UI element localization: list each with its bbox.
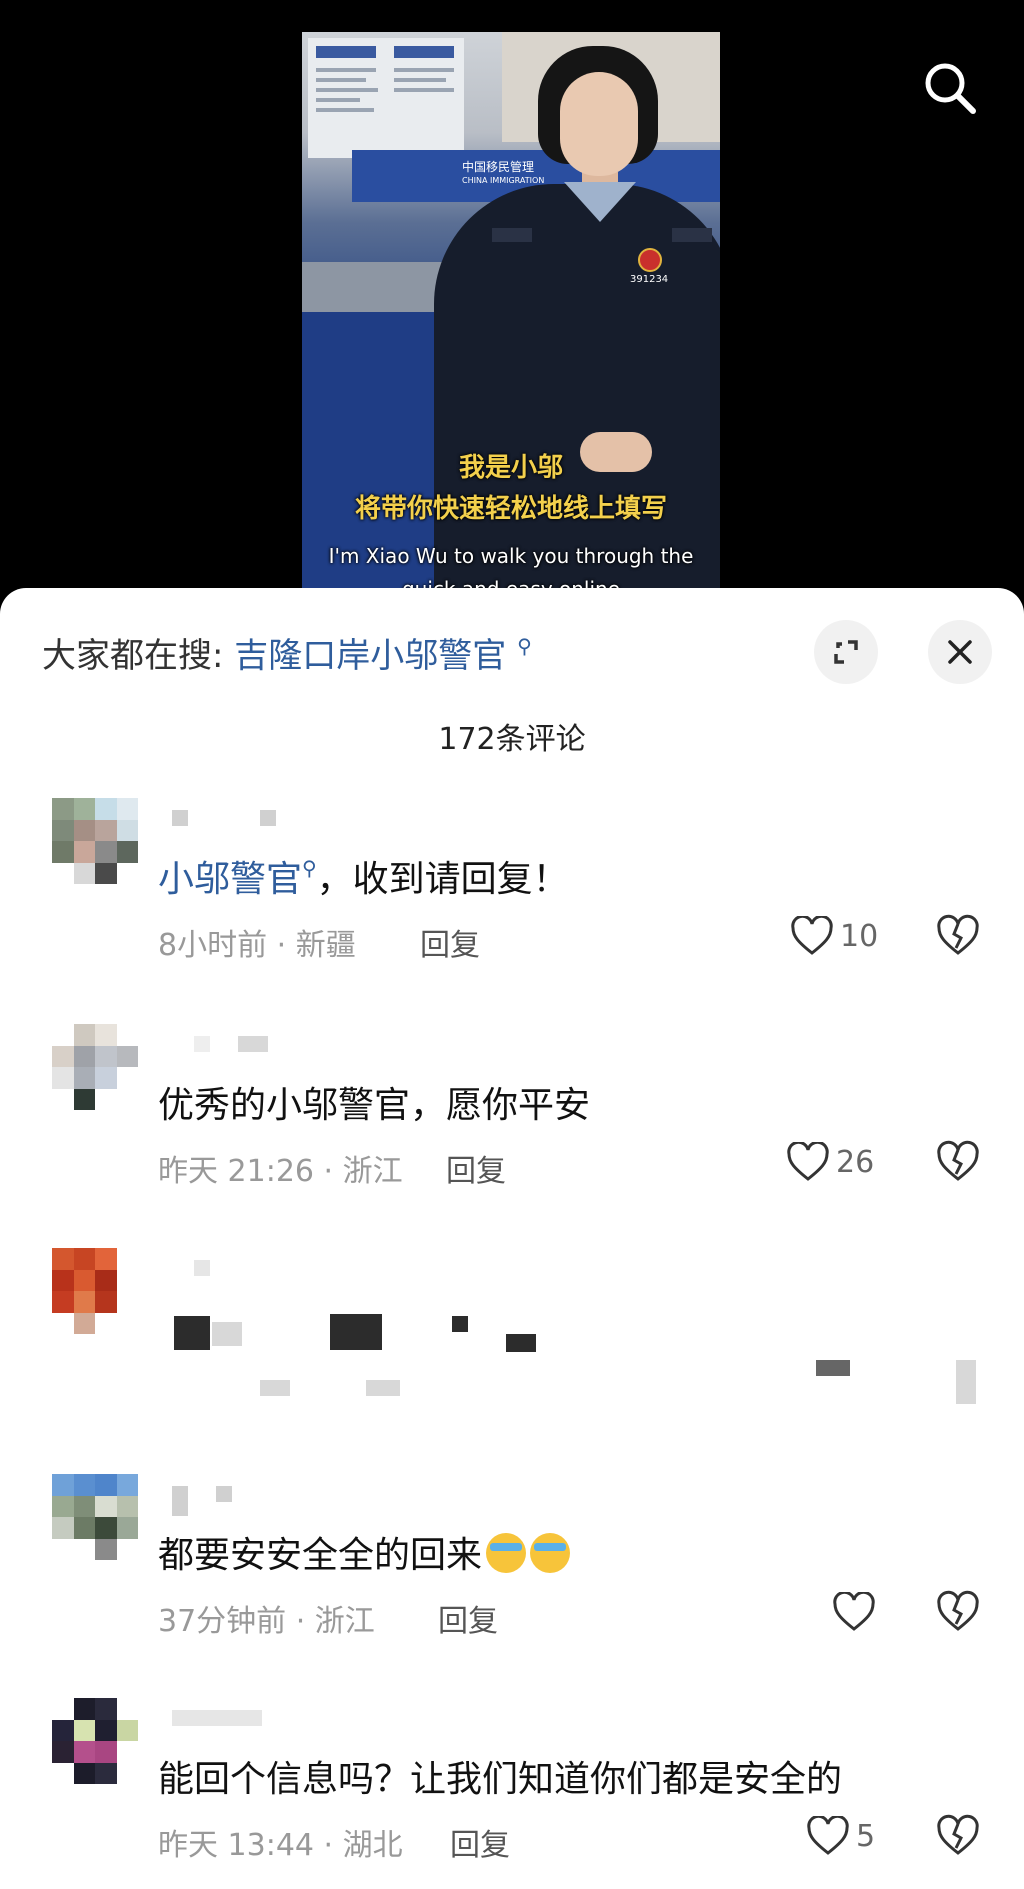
reply-button[interactable]: 回复 bbox=[438, 1596, 498, 1640]
like-button[interactable]: 10 bbox=[790, 914, 878, 958]
like-count: 10 bbox=[840, 918, 879, 954]
comment-meta: 37分钟前 · 浙江 bbox=[158, 1604, 375, 1639]
broken-heart-icon bbox=[937, 1140, 979, 1181]
comment-sheet: 大家都在搜: 吉隆口岸小邬警官 ⚲ 172条评论 小邬警官⚲，收到请回复！ 8小… bbox=[0, 588, 1024, 1889]
comment-text: 优秀的小邬警官，愿你平安 bbox=[158, 1085, 591, 1126]
broken-heart-icon bbox=[937, 914, 979, 955]
username-redacted bbox=[172, 1486, 232, 1516]
dislike-button[interactable] bbox=[936, 1140, 980, 1184]
reply-button[interactable]: 回复 bbox=[446, 1146, 506, 1190]
comment-text: 小邬警官⚲，收到请回复！ bbox=[158, 856, 569, 900]
video-frame: 中国移民管理 CHINA IMMIGRATION 391234 我是小邬 将带你… bbox=[302, 32, 720, 592]
heart-icon bbox=[807, 1816, 849, 1855]
heart-icon bbox=[833, 1592, 875, 1631]
reply-button[interactable]: 回复 bbox=[420, 920, 480, 964]
search-icon bbox=[925, 63, 976, 114]
close-icon bbox=[948, 640, 972, 664]
heart-icon bbox=[787, 1142, 829, 1181]
dislike-button[interactable] bbox=[936, 1814, 980, 1858]
crying-emoji-icon bbox=[486, 1533, 527, 1573]
avatar[interactable] bbox=[52, 1474, 138, 1560]
avatar[interactable] bbox=[52, 1248, 138, 1334]
badge-emblem bbox=[638, 248, 662, 272]
trending-search-prefix: 大家都在搜: bbox=[42, 636, 224, 676]
search-small-icon: ⚲ bbox=[517, 634, 532, 658]
banner-cn: 中国移民管理 bbox=[462, 160, 535, 174]
trending-search-keyword[interactable]: 吉隆口岸小邬警官 bbox=[234, 636, 506, 676]
subtitle-line-3: I'm Xiao Wu to walk you through the bbox=[328, 544, 694, 568]
dislike-button[interactable] bbox=[936, 914, 980, 958]
comment-meta: 昨天 13:44 · 湖北 bbox=[158, 1828, 403, 1863]
trending-search[interactable]: 大家都在搜: 吉隆口岸小邬警官 ⚲ bbox=[42, 628, 532, 677]
username-redacted bbox=[172, 1710, 262, 1730]
expand-button[interactable] bbox=[814, 620, 878, 684]
avatar[interactable] bbox=[52, 1024, 138, 1110]
crying-emoji-icon bbox=[530, 1533, 571, 1573]
like-button[interactable]: 26 bbox=[786, 1140, 874, 1184]
heart-icon bbox=[791, 916, 833, 955]
avatar[interactable] bbox=[52, 798, 138, 884]
video-player[interactable]: 中国移民管理 CHINA IMMIGRATION 391234 我是小邬 将带你… bbox=[0, 0, 1024, 600]
like-button[interactable]: 5 bbox=[806, 1814, 875, 1858]
broken-heart-icon bbox=[937, 1590, 979, 1631]
expand-icon bbox=[834, 640, 858, 664]
officer-figure bbox=[434, 184, 720, 592]
like-count: 26 bbox=[836, 1144, 875, 1180]
like-button[interactable] bbox=[832, 1590, 876, 1634]
info-board bbox=[308, 38, 464, 158]
username-redacted bbox=[172, 1036, 268, 1056]
like-count: 5 bbox=[856, 1818, 876, 1854]
search-button[interactable] bbox=[920, 58, 980, 118]
comment-meta: 8小时前 · 新疆 bbox=[158, 928, 356, 963]
comment-text: 能回个信息吗？让我们知道你们都是安全的 bbox=[158, 1759, 843, 1800]
username-redacted bbox=[172, 1260, 210, 1280]
comment-text: 都要安安全全的回来 bbox=[158, 1526, 571, 1578]
comment-meta: 昨天 21:26 · 浙江 bbox=[158, 1154, 403, 1189]
avatar[interactable] bbox=[52, 1698, 138, 1784]
badge-number: 391234 bbox=[630, 274, 669, 285]
broken-heart-icon bbox=[937, 1814, 979, 1855]
username-redacted bbox=[172, 810, 276, 830]
subtitle-line-1: 我是小邬 bbox=[458, 453, 563, 483]
subtitle-line-2: 将带你快速轻松地线上填写 bbox=[354, 494, 667, 524]
comment-count: 172条评论 bbox=[438, 722, 586, 757]
mention-link[interactable]: 小邬警官 bbox=[158, 859, 302, 900]
search-small-icon: ⚲ bbox=[302, 856, 317, 880]
dislike-button[interactable] bbox=[936, 1590, 980, 1634]
reply-button[interactable]: 回复 bbox=[450, 1820, 510, 1864]
close-button[interactable] bbox=[928, 620, 992, 684]
